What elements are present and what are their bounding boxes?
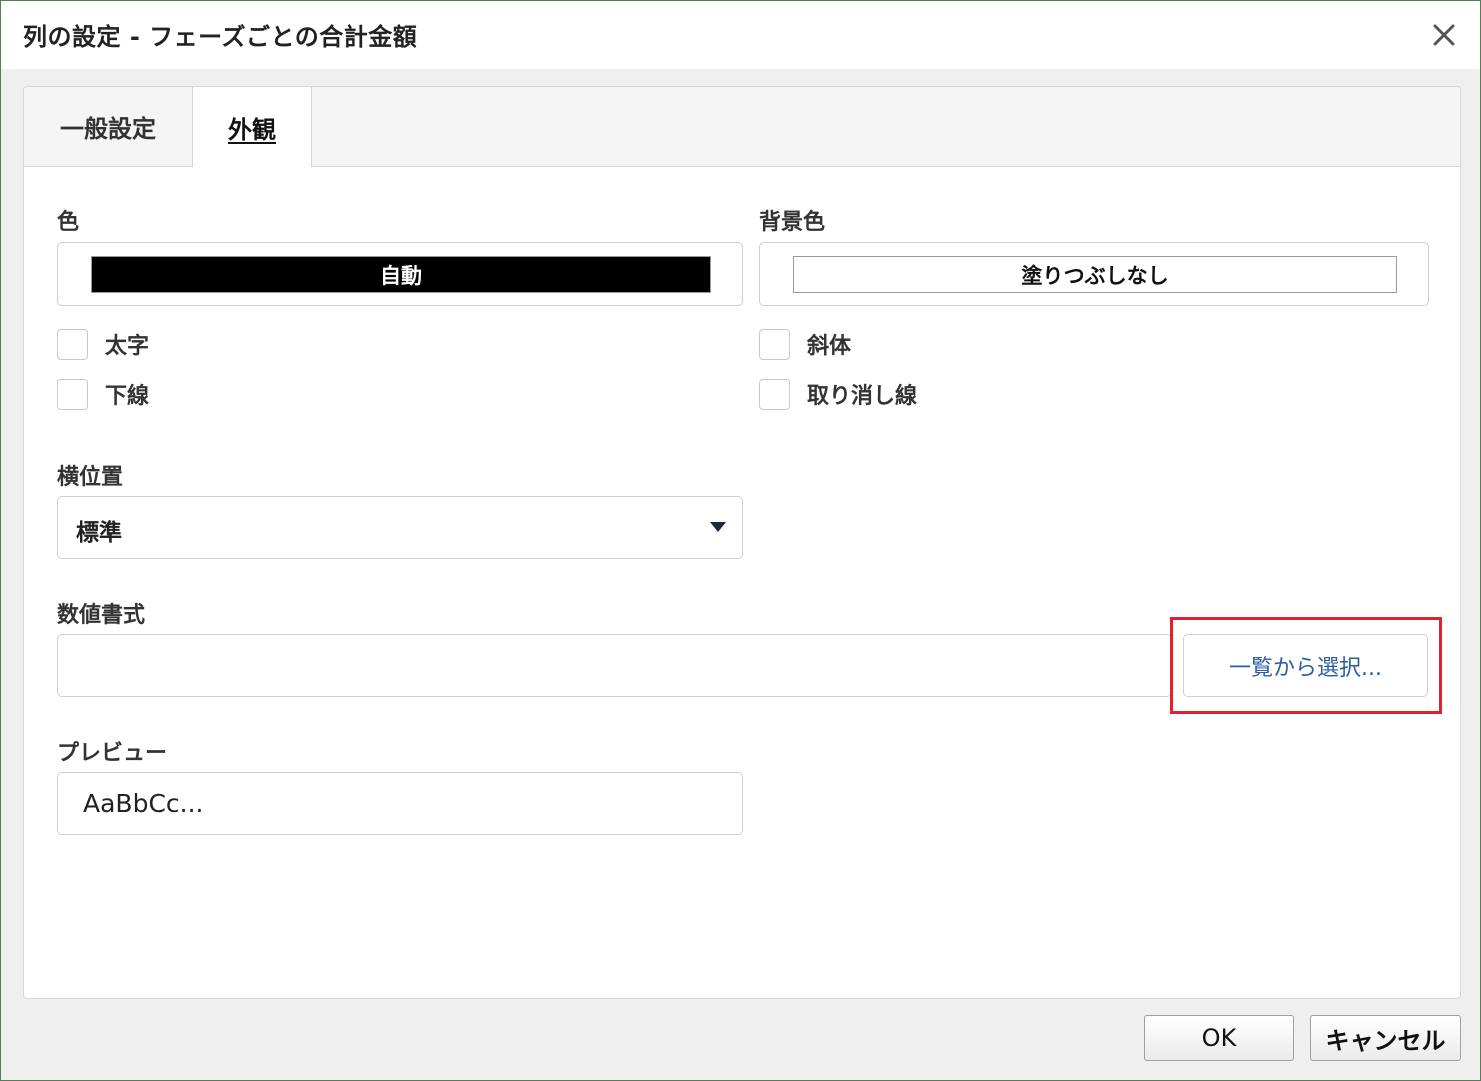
title-bar: 列の設定 - フェーズごとの合計金額 <box>1 1 1480 69</box>
underline-label: 下線 <box>105 384 150 409</box>
tab-general-settings[interactable]: 一般設定 <box>24 87 193 166</box>
tab-appearance[interactable]: 外観 <box>193 87 312 167</box>
italic-checkbox-row[interactable]: 斜体 <box>759 328 851 360</box>
italic-label: 斜体 <box>807 334 852 359</box>
strikethrough-checkbox-row[interactable]: 取り消し線 <box>759 378 917 410</box>
chevron-down-icon <box>710 522 726 532</box>
bold-checkbox[interactable] <box>57 328 88 360</box>
number-format-label: 数値書式 <box>57 603 146 628</box>
highlight-box <box>1170 617 1442 714</box>
number-format-input[interactable] <box>57 634 1172 697</box>
color-label: 色 <box>57 210 80 235</box>
bold-label: 太字 <box>105 334 150 359</box>
color-picker-field: 自動 <box>57 242 743 306</box>
horizontal-align-select[interactable]: 標準 <box>57 496 743 559</box>
tab-label: 外観 <box>228 115 276 144</box>
italic-checkbox[interactable] <box>759 328 790 360</box>
background-color-label: 背景色 <box>759 210 826 235</box>
tab-strip: 一般設定 外観 <box>24 87 1460 167</box>
ok-button[interactable]: OK <box>1144 1015 1294 1061</box>
background-swatch-button[interactable]: 塗りつぶしなし <box>793 256 1397 293</box>
cancel-button[interactable]: キャンセル <box>1310 1015 1461 1061</box>
horizontal-align-label: 横位置 <box>57 465 124 490</box>
underline-checkbox-row[interactable]: 下線 <box>57 378 149 410</box>
preview-box: AaBbCc... <box>57 772 743 835</box>
bold-checkbox-row[interactable]: 太字 <box>57 328 149 360</box>
underline-checkbox[interactable] <box>57 378 88 410</box>
horizontal-align-value: 標準 <box>76 520 122 546</box>
close-icon[interactable] <box>1426 17 1462 53</box>
preview-text: AaBbCc... <box>83 789 204 818</box>
settings-panel: 一般設定 外観 色 自動 背景色 塗りつぶしなし 太字 斜体 下線 取り消し線 … <box>23 86 1461 999</box>
strikethrough-label: 取り消し線 <box>807 384 918 409</box>
column-settings-dialog: 列の設定 - フェーズごとの合計金額 一般設定 外観 色 自動 背景色 塗りつぶ… <box>0 0 1481 1081</box>
background-color-picker-field: 塗りつぶしなし <box>759 242 1429 306</box>
color-swatch-button[interactable]: 自動 <box>91 256 711 293</box>
tab-label: 一般設定 <box>60 115 156 143</box>
strikethrough-checkbox[interactable] <box>759 378 790 410</box>
dialog-title: 列の設定 - フェーズごとの合計金額 <box>23 23 418 51</box>
preview-label: プレビュー <box>57 741 168 766</box>
